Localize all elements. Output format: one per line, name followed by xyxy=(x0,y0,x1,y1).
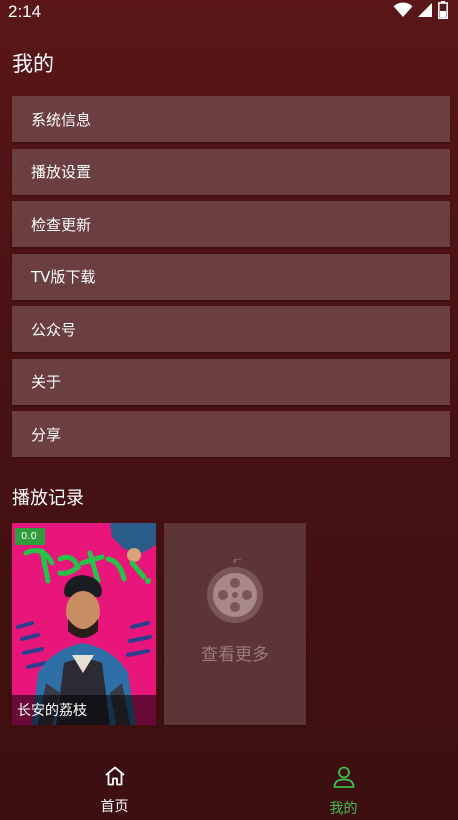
menu-item-share[interactable]: 分享 xyxy=(12,411,450,457)
wifi-icon xyxy=(393,2,413,22)
nav-mine-label: 我的 xyxy=(329,801,358,817)
view-more-button[interactable]: 查看更多 xyxy=(164,523,306,725)
history-item[interactable]: 0.0 长安的荔枝 xyxy=(12,523,156,725)
status-time: 2:14 xyxy=(8,2,42,21)
status-bar: 2:14 xyxy=(0,0,458,24)
settings-menu: 系统信息 播放设置 检查更新 TV版下载 公众号 关于 分享 xyxy=(12,96,450,464)
menu-item-check-update[interactable]: 检查更新 xyxy=(12,201,450,247)
film-reel-icon xyxy=(207,559,263,623)
nav-home[interactable]: 首页 xyxy=(0,754,229,820)
person-icon xyxy=(333,766,355,792)
history-list: 0.0 长安的荔枝 查看更多 xyxy=(12,523,306,725)
battery-icon xyxy=(438,1,448,23)
history-item-title: 长安的荔枝 xyxy=(12,695,156,725)
menu-item-tv-download[interactable]: TV版下载 xyxy=(12,253,450,300)
bottom-nav: 首页 我的 xyxy=(0,754,458,820)
signal-icon xyxy=(418,2,433,22)
status-icons xyxy=(393,1,448,23)
nav-home-label: 首页 xyxy=(100,799,129,815)
menu-item-about[interactable]: 关于 xyxy=(12,358,450,405)
menu-item-system-info[interactable]: 系统信息 xyxy=(12,96,450,142)
nav-mine[interactable]: 我的 xyxy=(229,754,458,820)
view-more-label: 查看更多 xyxy=(201,645,269,665)
page-title: 我的 xyxy=(12,52,54,76)
home-icon xyxy=(104,766,126,790)
menu-item-official-account[interactable]: 公众号 xyxy=(12,306,450,352)
menu-item-playback-settings[interactable]: 播放设置 xyxy=(12,148,450,195)
score-badge: 0.0 xyxy=(15,528,45,545)
history-section-title: 播放记录 xyxy=(12,488,84,509)
